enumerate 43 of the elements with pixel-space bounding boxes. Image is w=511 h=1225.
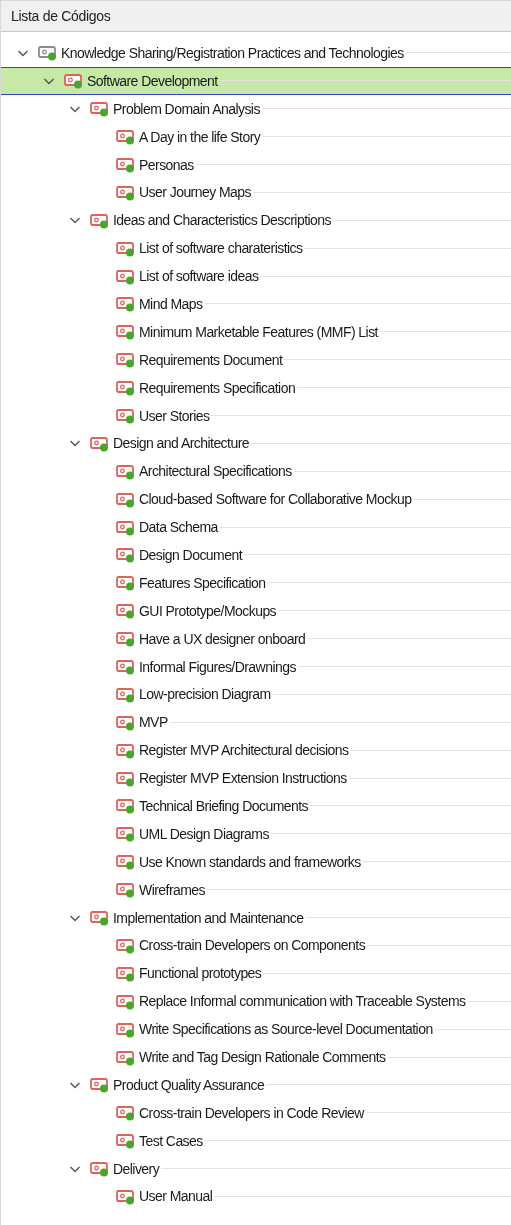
tree-item[interactable]: User Manual: [1, 1182, 511, 1211]
tree-item[interactable]: Requirements Document: [1, 345, 511, 374]
tree-item[interactable]: Cross-train Developers in Code Review: [1, 1098, 511, 1127]
tree-item[interactable]: A Day in the life Story: [1, 122, 511, 151]
tree-item[interactable]: Delivery: [1, 1154, 511, 1183]
tree-item[interactable]: Wireframes: [1, 875, 511, 904]
tree-item[interactable]: Knowledge Sharing/Registration Practices and Technologies: [1, 39, 511, 67]
tree-item[interactable]: Data Schema: [1, 513, 511, 542]
tree-item[interactable]: List of software ideas: [1, 262, 511, 290]
tree-item[interactable]: Requirements Specification: [1, 373, 511, 402]
tree-item[interactable]: Write Specifications as Source-level Documentation: [1, 1015, 511, 1044]
tree-item[interactable]: Design Document: [1, 541, 511, 569]
tree-item[interactable]: Software Development: [1, 66, 511, 95]
tree-item[interactable]: Product Quality Assurance: [1, 1070, 511, 1099]
tree-item[interactable]: Problem Domain Analysis: [1, 94, 511, 123]
tree-item[interactable]: Architectural Specifications: [1, 457, 511, 486]
tree-item[interactable]: Test Cases: [1, 1126, 511, 1155]
tree-item[interactable]: User Stories: [1, 401, 511, 430]
tree-item[interactable]: Technical Briefing Documents: [1, 792, 511, 820]
tree-item[interactable]: Mind Maps: [1, 290, 511, 318]
tree-item[interactable]: Cloud-based Software for Collaborative Mockup: [1, 485, 511, 514]
panel-title: Lista de Códigos: [11, 8, 111, 24]
tree-item[interactable]: Implementation and Maintenance: [1, 903, 511, 932]
tree-item[interactable]: User Journey Maps: [1, 178, 511, 207]
tree-item[interactable]: GUI Prototype/Mockups: [1, 596, 511, 625]
tree-item[interactable]: List of software charateristics: [1, 234, 511, 263]
tree-item[interactable]: Use Known standards and frameworks: [1, 847, 511, 876]
tree-item[interactable]: Replace Informal communication with Traceable Systems: [1, 987, 511, 1016]
tree-item[interactable]: Features Specification: [1, 568, 511, 597]
tree-item[interactable]: Informal Figures/Drawnings: [1, 652, 511, 681]
tree-item[interactable]: Register MVP Extension Instructions: [1, 764, 511, 793]
tree-item[interactable]: Register MVP Architectural decisions: [1, 736, 511, 765]
tree-item[interactable]: Functional prototypes: [1, 959, 511, 988]
tree-item[interactable]: Write and Tag Design Rationale Comments: [1, 1043, 511, 1071]
tree-item[interactable]: UML Design Diagrams: [1, 819, 511, 848]
tree-item[interactable]: Ideas and Characteristics Descriptions: [1, 206, 511, 235]
tree-item[interactable]: Have a UX designer onboard: [1, 624, 511, 653]
tree-item[interactable]: Cross-train Developers on Components: [1, 931, 511, 960]
tree-item[interactable]: Personas: [1, 150, 511, 179]
tree-item[interactable]: Low-precision Diagram: [1, 680, 511, 709]
tree-item[interactable]: Minimum Marketable Features (MMF) List: [1, 317, 511, 346]
tree-item[interactable]: MVP: [1, 708, 511, 737]
tree-item[interactable]: Design and Architecture: [1, 429, 511, 458]
